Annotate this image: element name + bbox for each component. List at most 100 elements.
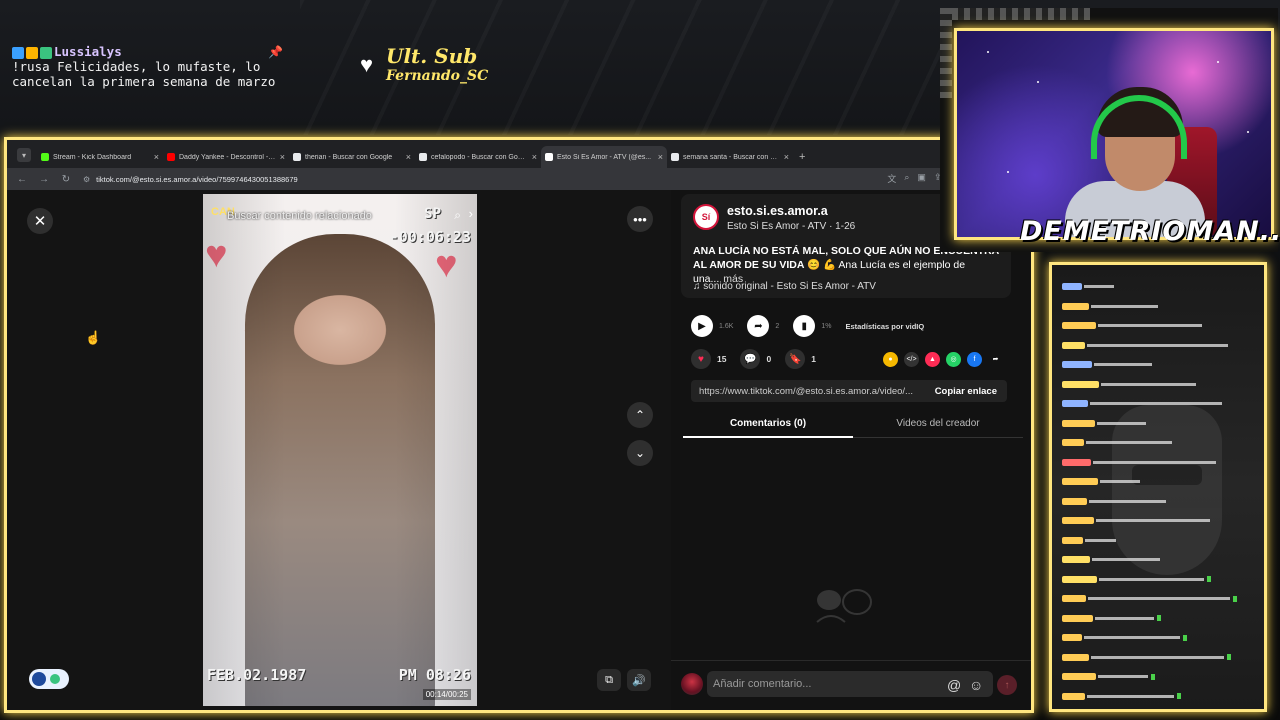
chat-username[interactable] [1062, 692, 1085, 700]
tab-creator-videos[interactable]: Videos del creador [853, 412, 1023, 438]
last-sub-title: Ult. Sub [386, 44, 478, 68]
facebook-icon[interactable]: f [967, 351, 982, 367]
sound-title: sonido original - Esto Si Es Amor - ATV [703, 281, 876, 292]
chat-username[interactable] [1062, 400, 1088, 408]
video-player[interactable]: ♥ ♥ ♥ CAN Buscar contenido relacionado S… [203, 194, 477, 706]
copy-link-button[interactable]: Copiar enlace [925, 386, 1007, 397]
autoscroll-toggle[interactable] [29, 669, 69, 689]
browser-tab[interactable]: Daddy Yankee - Descontrol - Yo... × [163, 146, 289, 168]
zoom-icon[interactable]: ⌕ [904, 172, 909, 185]
chat-messages [1062, 277, 1262, 706]
mention-icon[interactable]: @ [947, 677, 961, 693]
chat-username[interactable] [1062, 497, 1087, 505]
stats-bars-icon[interactable]: ▮ [793, 315, 816, 337]
chat-message [1062, 375, 1262, 395]
vidiq-label[interactable]: Estadísticas por vidIQ [845, 322, 924, 331]
chat-username[interactable] [1062, 361, 1092, 369]
more-options-button[interactable]: ••• [627, 206, 653, 232]
chat-username[interactable] [1062, 419, 1095, 427]
back-icon[interactable]: ← [17, 174, 27, 185]
tiktok-page: ✕ ☝ ♥ ♥ ♥ CAN Buscar contenido relaciona… [7, 190, 1031, 710]
chat-username[interactable] [1062, 478, 1098, 486]
forward-icon[interactable]: → [39, 174, 49, 185]
tab-close-icon[interactable]: × [532, 152, 537, 162]
send-comment-button[interactable]: ↑ [997, 675, 1017, 695]
next-video-button[interactable]: ⌄ [627, 440, 653, 466]
creator-handle[interactable]: esto.si.es.amor.a [727, 204, 828, 218]
site-info-icon[interactable]: ⚙ [83, 175, 90, 184]
pip-button[interactable]: ⧉ [597, 669, 621, 691]
tab-label: Daddy Yankee - Descontrol - Yo... [179, 153, 276, 161]
tab-close-icon[interactable]: × [784, 152, 789, 162]
new-tab-button[interactable]: + [799, 151, 805, 163]
chat-username[interactable] [1062, 302, 1089, 310]
plays-count: 1.6K [719, 322, 734, 330]
chat-message [1062, 394, 1262, 414]
likes-count: 15 [717, 354, 727, 364]
chat-username[interactable] [1062, 380, 1099, 388]
browser-tab[interactable]: therian - Buscar con Google × [289, 146, 415, 168]
video-link[interactable]: https://www.tiktok.com/@esto.si.es.amor.… [691, 386, 925, 397]
tab-search-icon[interactable]: ▾ [17, 148, 31, 162]
play-icon[interactable]: ▶ [691, 315, 713, 337]
chat-username[interactable] [1062, 439, 1084, 447]
chat-username[interactable] [1062, 614, 1093, 622]
chat-username[interactable] [1062, 575, 1097, 583]
chat-message [1062, 589, 1262, 609]
tab-close-icon[interactable]: × [154, 152, 159, 162]
tab-close-icon[interactable]: × [406, 152, 411, 162]
friends-share-icon[interactable]: ● [883, 351, 898, 367]
tab-comments[interactable]: Comentarios (0) [683, 412, 853, 438]
reload-icon[interactable]: ↻ [61, 174, 71, 185]
chat-username[interactable] [1062, 595, 1086, 603]
user-avatar[interactable] [681, 673, 703, 695]
bookmark-icon[interactable]: 🔖 [785, 349, 806, 369]
chat-username[interactable] [1062, 458, 1091, 466]
comment-icon[interactable]: 💬 [740, 349, 761, 369]
related-content-link[interactable]: Buscar contenido relacionado [227, 210, 372, 222]
chat-username[interactable] [1062, 517, 1094, 525]
chat-message [1062, 277, 1262, 297]
cast-icon[interactable]: ▣ [917, 172, 926, 185]
whatsapp-icon[interactable]: ◎ [946, 351, 961, 367]
chat-username[interactable] [1062, 673, 1096, 681]
search-icon[interactable]: ⌕ [454, 208, 461, 223]
chevron-right-icon[interactable]: › [469, 206, 473, 221]
tab-close-icon[interactable]: × [658, 152, 663, 162]
chat-message [1062, 628, 1262, 648]
chat-username[interactable] [1062, 536, 1083, 544]
engagement-row: ♥ 15 💬 0 🔖 1 ● </> ▲ ◎ f ➦ [691, 348, 1011, 370]
creator-avatar[interactable]: Sí [693, 204, 719, 230]
sound-link[interactable]: ♫ sonido original - Esto Si Es Amor - AT… [693, 281, 876, 292]
browser-tab[interactable]: Esto Si Es Amor - ATV (@es... × [541, 146, 667, 168]
comments-count: 0 [766, 354, 772, 364]
favicon-icon [545, 153, 553, 161]
volume-button[interactable]: 🔊 [627, 669, 651, 691]
playback-time: 00:14/00:25 [422, 689, 471, 700]
share-arrow-icon[interactable]: ➦ [747, 315, 770, 337]
chat-username[interactable] [1062, 283, 1082, 291]
tab-close-icon[interactable]: × [280, 152, 285, 162]
chat-username[interactable] [1062, 556, 1090, 564]
share-icons: ● </> ▲ ◎ f ➦ [883, 351, 1003, 367]
browser-tab[interactable]: semana santa - Buscar con Goo... × [667, 146, 793, 168]
send-icon[interactable]: ▲ [925, 351, 940, 367]
embed-icon[interactable]: </> [904, 351, 919, 367]
chat-username[interactable] [1062, 341, 1085, 349]
browser-tab[interactable]: Stream - Kick Dashboard × [37, 146, 163, 168]
chat-message [1062, 414, 1262, 434]
chat-username[interactable] [1062, 634, 1082, 642]
chat-username[interactable] [1062, 653, 1089, 661]
chat-text-line [1087, 694, 1174, 698]
address-bar[interactable]: ⚙ tiktok.com/@esto.si.es.amor.a/video/75… [83, 171, 951, 187]
video-stage: ✕ ☝ ♥ ♥ ♥ CAN Buscar contenido relaciona… [7, 190, 671, 710]
forward-share-icon[interactable]: ➦ [988, 352, 1003, 367]
browser-tab[interactable]: cefalopodo - Buscar con Google × [415, 146, 541, 168]
emoji-icon[interactable]: ☺ [969, 677, 983, 693]
like-heart-icon[interactable]: ♥ [691, 349, 711, 369]
close-button[interactable]: ✕ [27, 208, 53, 234]
chat-text-line [1084, 636, 1180, 640]
chat-username[interactable] [1062, 322, 1096, 330]
translate-icon[interactable]: 文 [887, 172, 896, 185]
previous-video-button[interactable]: ⌃ [627, 402, 653, 428]
